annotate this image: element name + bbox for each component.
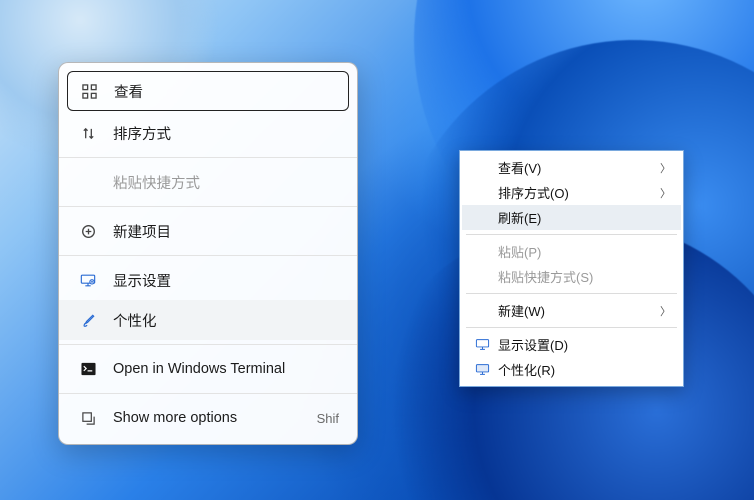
- classic-item-label: 排序方式(O): [498, 183, 660, 202]
- menu-item-terminal[interactable]: Open in Windows Terminal: [59, 349, 357, 389]
- menu-item-new[interactable]: 新建项目: [59, 211, 357, 251]
- classic-item-refresh[interactable]: 刷新(E): [462, 205, 681, 230]
- context-menu-classic: 查看(V) 〉 排序方式(O) 〉 刷新(E) 粘贴(P) 粘贴快捷方式(S) …: [459, 150, 684, 387]
- menu-item-label: 新建项目: [113, 221, 339, 242]
- grid-icon: [78, 84, 100, 99]
- context-menu-primary: 查看 排序方式 粘贴快捷方式 新建项目: [58, 62, 358, 445]
- menu-item-paste-shortcut: 粘贴快捷方式: [59, 162, 357, 202]
- classic-item-label: 显示设置(D): [498, 335, 671, 354]
- menu-item-shortcut: Shif: [317, 411, 339, 426]
- classic-item-paste-shortcut: 粘贴快捷方式(S): [462, 264, 681, 289]
- menu-separator: [59, 255, 357, 256]
- more-options-icon: [77, 411, 99, 426]
- terminal-icon: [77, 362, 99, 376]
- classic-item-paste: 粘贴(P): [462, 239, 681, 264]
- menu-item-label: 粘贴快捷方式: [113, 172, 339, 193]
- menu-item-label: Open in Windows Terminal: [113, 361, 339, 377]
- chevron-right-icon: 〉: [660, 185, 671, 201]
- menu-separator: [466, 234, 677, 235]
- menu-item-label: Show more options: [113, 410, 317, 426]
- display-icon: [472, 338, 492, 351]
- menu-item-label: 显示设置: [113, 270, 339, 291]
- classic-item-sort[interactable]: 排序方式(O) 〉: [462, 180, 681, 205]
- classic-item-label: 粘贴快捷方式(S): [498, 267, 671, 286]
- desktop-background[interactable]: 查看 排序方式 粘贴快捷方式 新建项目: [0, 0, 754, 500]
- classic-item-label: 新建(W): [498, 301, 660, 320]
- menu-item-personalize[interactable]: 个性化: [59, 300, 357, 340]
- menu-separator: [466, 327, 677, 328]
- sort-icon: [77, 126, 99, 141]
- menu-item-label: 查看: [114, 81, 338, 102]
- menu-item-show-more[interactable]: Show more options Shif: [59, 398, 357, 438]
- classic-item-label: 个性化(R): [498, 360, 671, 379]
- chevron-right-icon: 〉: [660, 303, 671, 319]
- personalize-icon: [472, 363, 492, 376]
- classic-item-label: 刷新(E): [498, 208, 671, 227]
- new-icon: [77, 224, 99, 239]
- classic-item-new[interactable]: 新建(W) 〉: [462, 298, 681, 323]
- menu-separator: [59, 157, 357, 158]
- menu-separator: [59, 393, 357, 394]
- menu-separator: [59, 344, 357, 345]
- classic-item-display-settings[interactable]: 显示设置(D): [462, 332, 681, 357]
- menu-item-label: 排序方式: [113, 123, 339, 144]
- brush-icon: [77, 313, 99, 328]
- menu-item-display-settings[interactable]: 显示设置: [59, 260, 357, 300]
- classic-item-view[interactable]: 查看(V) 〉: [462, 155, 681, 180]
- chevron-right-icon: 〉: [660, 160, 671, 176]
- display-icon: [77, 273, 99, 288]
- menu-item-view[interactable]: 查看: [67, 71, 349, 111]
- menu-separator: [466, 293, 677, 294]
- menu-item-sort[interactable]: 排序方式: [59, 113, 357, 153]
- classic-item-label: 粘贴(P): [498, 242, 671, 261]
- menu-item-label: 个性化: [113, 310, 339, 331]
- classic-item-personalize[interactable]: 个性化(R): [462, 357, 681, 382]
- menu-separator: [59, 206, 357, 207]
- classic-item-label: 查看(V): [498, 158, 660, 177]
